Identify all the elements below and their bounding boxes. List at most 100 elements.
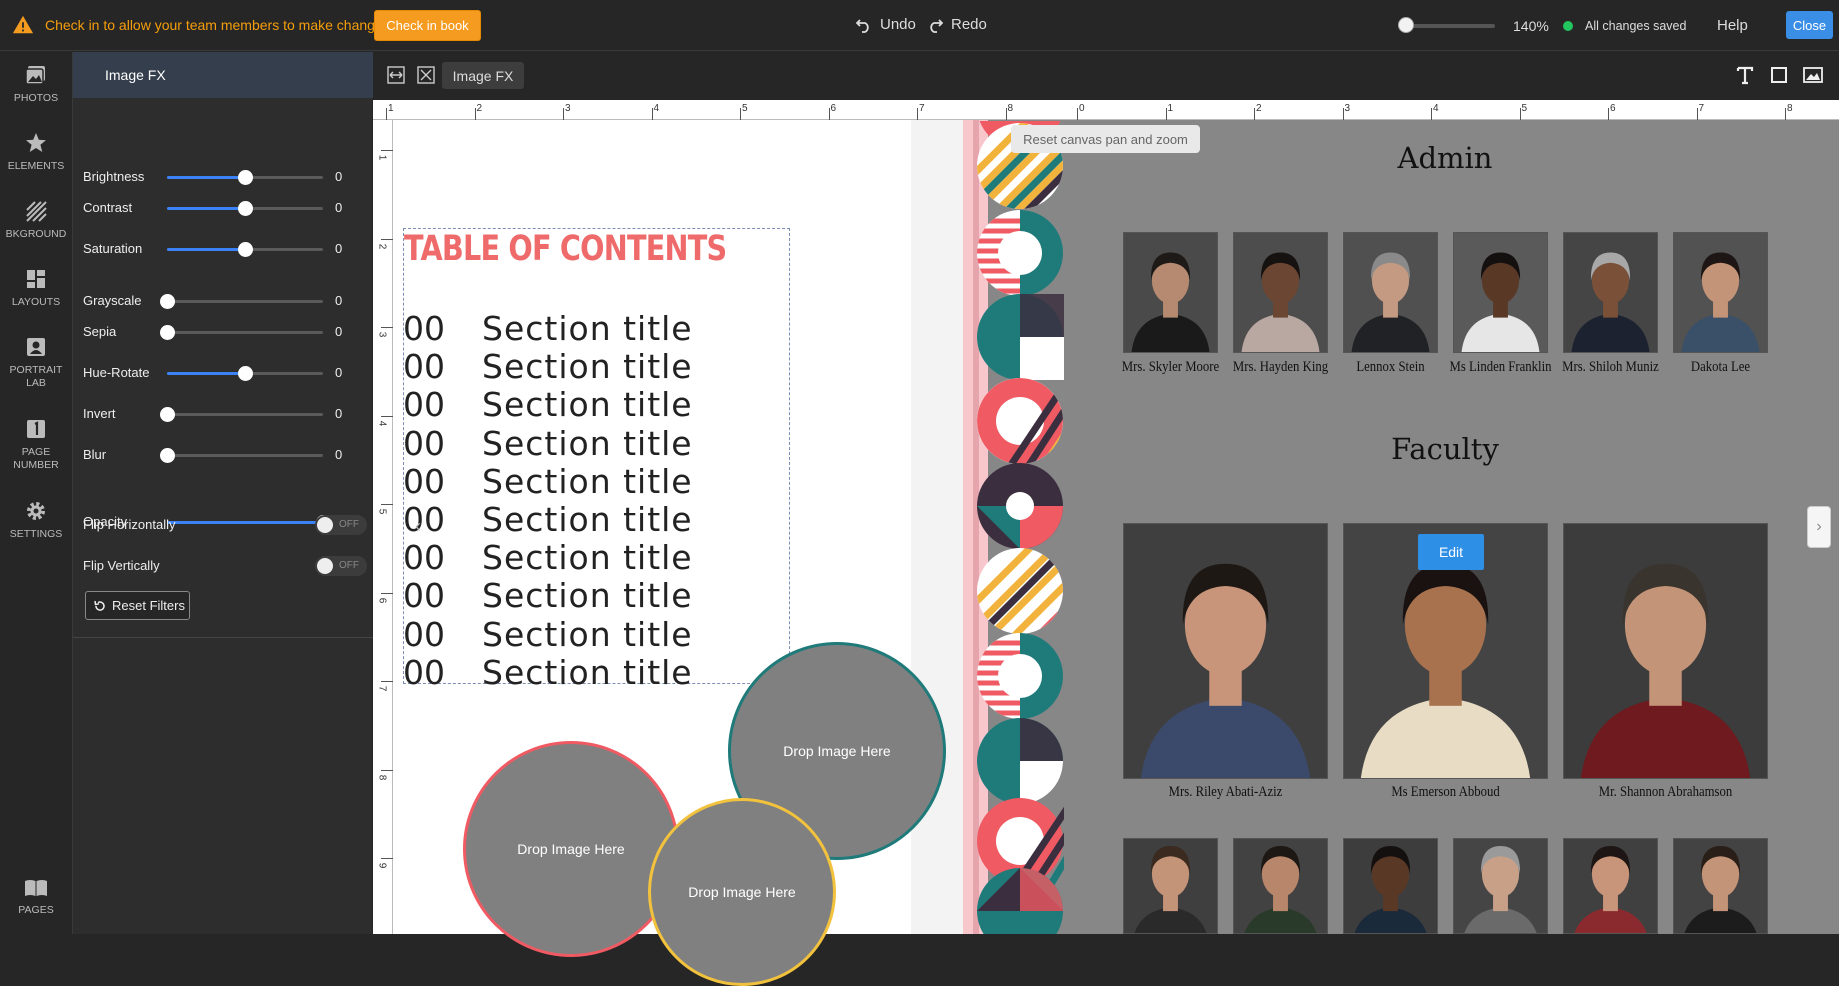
fit-width-icon[interactable] [385,64,407,86]
nav-pages[interactable]: PAGES [0,878,72,917]
ruler-tick [381,858,393,859]
portrait-photo[interactable] [1673,232,1768,353]
portrait-name: Mr. Shannon Abrahamson [1598,784,1733,800]
shape-tool-icon[interactable] [1768,64,1790,86]
left-nav: PHOTOS ELEMENTS BKGROUND LAYOUTS PORTRAI… [0,52,72,934]
prev-page-arrow[interactable]: ‹ [404,512,432,540]
ruler-label: 1 [388,103,394,114]
flip-horizontal-toggle[interactable]: OFF [315,515,367,535]
portrait-photo[interactable] [1453,838,1548,934]
portrait-photo[interactable] [1123,523,1328,779]
nav-page-number[interactable]: PAGE NUMBER [0,418,72,472]
portrait-photo[interactable] [1673,838,1768,934]
image-fx-tab[interactable]: Image FX [442,62,524,89]
filter-slider-thumb[interactable] [238,242,253,257]
flip-vertical-toggle[interactable]: OFF [315,556,367,576]
portrait-icon [27,338,45,356]
nav-portrait-lab[interactable]: PORTRAIT LAB [0,336,72,390]
ruler-tick [740,108,741,120]
ruler-label: 6 [376,597,388,603]
ruler-tick [1431,108,1432,120]
close-button[interactable]: Close [1786,11,1833,39]
filter-slider-thumb[interactable] [160,448,175,463]
toc-entry[interactable]: 00 Section title [403,347,783,387]
filter-slider-thumb[interactable] [238,170,253,185]
filter-row-blur: Blur 0 [83,445,368,465]
check-in-book-button[interactable]: Check in book [374,10,481,41]
filter-value: 0 [335,406,343,421]
toc-page-number: 00 [403,461,445,501]
filter-slider-thumb[interactable] [160,294,175,309]
nav-background[interactable]: BKGROUND [0,200,72,241]
page-number-icon [27,420,45,438]
filter-slider-fill [167,176,245,179]
portrait-photo[interactable] [1343,232,1438,353]
filter-slider-track[interactable] [167,300,323,303]
toc-title[interactable]: TABLE OF CONTENTS [404,229,727,269]
fit-page-icon[interactable] [415,64,437,86]
decorative-pattern-strip [977,121,1064,934]
help-link[interactable]: Help [1717,17,1748,34]
toc-entry[interactable]: 00 Section title [403,424,783,464]
drop-image-placeholder[interactable]: Drop Image Here [463,741,679,957]
undo-button[interactable]: Undo [856,16,916,33]
toc-entry[interactable]: 00 Section title [403,615,783,655]
portrait-photo[interactable] [1343,838,1438,934]
portrait-photo[interactable] [1123,232,1218,353]
ruler-tick [1254,108,1255,120]
ruler-label: 3 [1344,103,1351,114]
zoom-slider-thumb[interactable] [1398,17,1414,33]
nav-layouts[interactable]: LAYOUTS [0,268,72,309]
portrait-photo[interactable] [1123,838,1218,934]
toc-entry[interactable]: 00 Section title [403,462,783,502]
portrait-photo[interactable] [1563,232,1658,353]
portrait-photo[interactable] [1563,838,1658,934]
portrait-photo[interactable] [1453,232,1548,353]
ruler-label: 2 [376,243,388,249]
portrait-photo[interactable] [1563,523,1768,779]
redo-button[interactable]: Redo [927,16,987,33]
redo-label: Redo [951,16,987,33]
filter-slider-thumb[interactable] [238,366,253,381]
next-page-arrow[interactable]: › [1807,506,1831,548]
portrait-name: Dakota Lee [1690,359,1751,375]
panel-header: Image FX [73,52,373,98]
portrait-name: Mrs. Shiloh Muniz [1562,359,1659,375]
filter-row-saturation: Saturation 0 [83,239,368,259]
toc-section-title: Section title [482,461,693,501]
filter-slider-thumb[interactable] [238,201,253,216]
toggle-knob [317,517,333,533]
toc-entry[interactable]: 00 Section title [403,500,783,540]
filter-value: 0 [335,324,343,339]
portrait-name: Mrs. Skyler Moore [1121,359,1220,375]
filter-slider-track[interactable] [167,331,323,334]
reset-filters-button[interactable]: Reset Filters [85,591,190,620]
filter-label: Blur [83,447,107,462]
toc-entry[interactable]: 00 Section title [403,309,783,349]
image-tool-icon[interactable] [1802,64,1824,86]
text-tool-icon[interactable] [1734,64,1756,86]
nav-elements[interactable]: ELEMENTS [0,132,72,173]
portrait-photo[interactable] [1233,232,1328,353]
ruler-tick [828,108,830,120]
toc-entry[interactable]: 00 Section title [403,385,783,425]
drop-image-placeholder[interactable]: Drop Image Here [648,798,836,986]
filter-value: 0 [335,293,343,308]
panel-divider [73,637,373,638]
toc-entry[interactable]: 00 Section title [403,653,783,693]
reset-canvas-tooltip[interactable]: Reset canvas pan and zoom [1011,125,1200,153]
nav-settings[interactable]: SETTINGS [0,500,72,541]
nav-photos[interactable]: PHOTOS [0,64,72,105]
saved-status-dot [1563,21,1573,31]
edit-button[interactable]: Edit [1418,534,1484,570]
filter-slider-fill [167,372,245,375]
filter-row-contrast: Contrast 0 [83,198,368,218]
filter-slider-thumb[interactable] [160,407,175,422]
toc-entry[interactable]: 00 Section title [403,538,783,578]
filter-slider-track[interactable] [167,413,323,416]
portrait-photo[interactable] [1233,838,1328,934]
filter-slider-track[interactable] [167,454,323,457]
filter-slider-thumb[interactable] [160,325,175,340]
ruler-tick [563,108,564,120]
toc-entry[interactable]: 00 Section title [403,576,783,616]
